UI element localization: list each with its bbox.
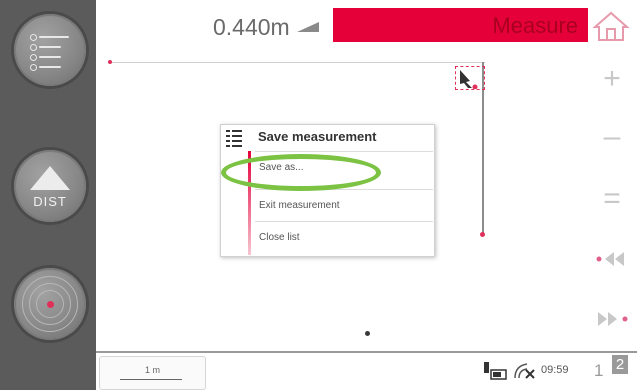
minus-icon[interactable]: –	[592, 122, 632, 152]
scale-label: 1 m	[144, 365, 160, 375]
measurement-endpoint	[480, 232, 485, 237]
save-measurement-popup: Save measurement Save as... Exit measure…	[220, 124, 435, 257]
battery-icon	[484, 362, 507, 380]
scale-indicator: 1 m	[99, 356, 206, 390]
rewind-icon[interactable]	[592, 248, 632, 270]
measurement-point	[108, 60, 112, 64]
exit-measurement-item[interactable]: Exit measurement	[255, 189, 433, 221]
left-panel: DIST	[0, 0, 96, 390]
home-icon[interactable]	[592, 10, 630, 42]
fast-forward-icon[interactable]	[592, 308, 632, 330]
measurement-line	[110, 62, 485, 63]
page-indicator[interactable]: 1 2	[594, 355, 634, 385]
dist-button[interactable]: DIST	[14, 150, 86, 222]
title-bar: Measure	[333, 8, 588, 42]
menu-button[interactable]	[14, 14, 86, 86]
target-button[interactable]	[14, 268, 86, 340]
position-marker	[365, 331, 370, 336]
cursor-icon[interactable]	[455, 66, 485, 90]
page-number-current: 1	[594, 361, 604, 380]
signal-icon	[514, 363, 535, 379]
plus-icon[interactable]: +	[592, 64, 632, 94]
popup-title: Save measurement	[258, 129, 377, 144]
page-title: Measure	[492, 13, 578, 38]
distance-readout: 0.440m	[213, 14, 290, 40]
highlight-ellipse	[221, 154, 381, 191]
bottom-divider	[96, 351, 637, 353]
dist-label: DIST	[33, 194, 67, 209]
dist-triangle-icon	[30, 166, 70, 190]
close-list-item[interactable]: Close list	[255, 221, 433, 253]
scale-bar	[120, 379, 182, 380]
slope-icon	[297, 22, 319, 32]
list-icon	[226, 130, 242, 147]
clock-time: 09:59	[541, 364, 569, 376]
page-number-other: 2	[612, 355, 628, 374]
equals-icon[interactable]: =	[592, 184, 632, 214]
